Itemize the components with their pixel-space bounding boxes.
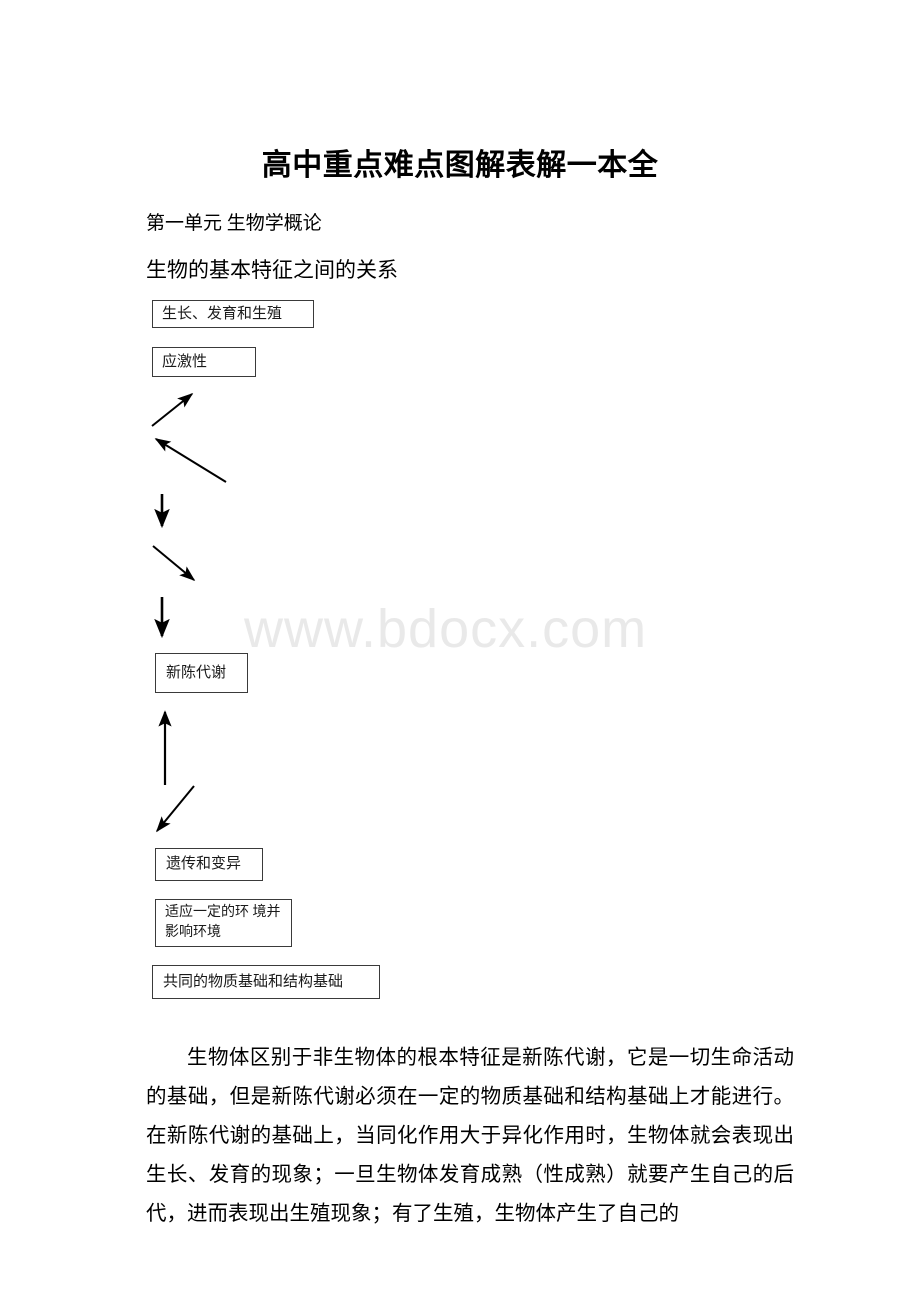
arrow-up-right-to-irritability: [151, 393, 194, 427]
diagram-node-metabolism-label: 新陈代谢: [166, 664, 227, 681]
diagram-node-adaptation-lines: 适应一定的环 境并影响环境: [165, 903, 282, 944]
arrow-down-right-diagonal: [152, 545, 196, 582]
diagram-node-adaptation[interactable]: 适应一定的环 境并影响环境: [155, 899, 292, 947]
arrow-up-left-long: [154, 438, 227, 483]
site-watermark: www.bdocx.com: [244, 599, 648, 659]
diagram-node-growth-label: 生长、发育和生殖: [162, 305, 283, 322]
arrow-down-left-to-heredity: [155, 785, 195, 833]
diagram-node-heredity[interactable]: 遗传和变异: [155, 848, 263, 881]
diagram-node-material-basis[interactable]: 共同的物质基础和结构基础: [152, 965, 380, 999]
unit-heading: 第一单元 生物学概论: [146, 213, 322, 234]
page-title: 高中重点难点图解表解一本全: [261, 149, 659, 182]
diagram-node-adaptation-line1: 适应一定的环: [165, 904, 249, 920]
diagram-node-growth[interactable]: 生长、发育和生殖: [152, 300, 314, 328]
section-heading: 生物的基本特征之间的关系: [146, 258, 398, 282]
diagram-node-metabolism[interactable]: 新陈代谢: [155, 653, 248, 693]
diagram-connectors: [151, 393, 227, 833]
diagram-node-irritability[interactable]: 应激性: [152, 347, 256, 377]
body-paragraph: 生物体区别于非生物体的根本特征是新陈代谢，它是一切生命活动的基础，但是新陈代谢必…: [146, 1046, 794, 1225]
diagram-node-irritability-label: 应激性: [162, 353, 208, 370]
diagram-node-heredity-label: 遗传和变异: [166, 856, 242, 873]
diagram-node-material-basis-label: 共同的物质基础和结构基础: [163, 973, 344, 990]
document-page: www.bdocx.com 高中重点难点图解表解一本全 第一单元 生物学概论 生…: [0, 0, 920, 1302]
